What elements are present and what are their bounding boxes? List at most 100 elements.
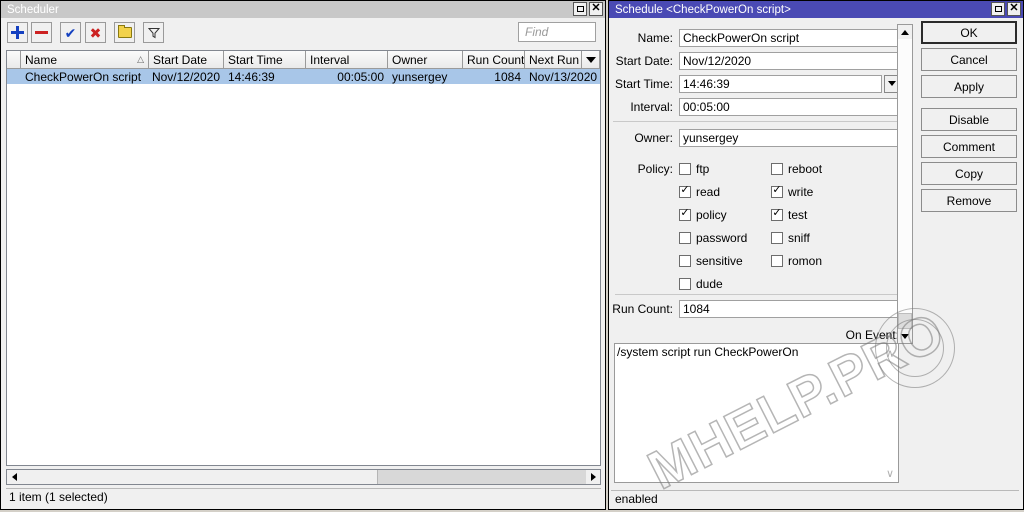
policy-row-5: sensitive romon (611, 249, 899, 272)
arrow-right-icon (590, 473, 596, 481)
dialog-form-runcount: Run Count: 1084 (611, 298, 899, 321)
arrow-left-icon (11, 473, 17, 481)
checkbox-label: romon (788, 253, 823, 268)
close-icon[interactable]: ✕ (1007, 2, 1021, 16)
scheduler-title: Scheduler (7, 3, 59, 16)
close-icon[interactable]: ✕ (589, 2, 603, 16)
search-input[interactable]: Find (518, 22, 596, 42)
checkbox-box (771, 254, 783, 267)
column-header-start-date[interactable]: Start Date (149, 51, 224, 68)
checkbox-write[interactable]: ✓ write (771, 185, 863, 199)
chevron-up-icon[interactable]: ∧ (884, 347, 896, 360)
check-icon: ✓ (680, 184, 690, 196)
interval-field[interactable]: 00:05:00 (679, 97, 899, 116)
maximize-icon[interactable] (991, 2, 1005, 16)
checkbox-box (679, 254, 691, 267)
disable-button[interactable]: ✖ (85, 22, 106, 43)
ok-button[interactable]: OK (921, 21, 1017, 44)
checkbox-box: ✓ (771, 207, 783, 221)
on-event-textarea[interactable]: /system script run CheckPowerOn ∧ ∨ (614, 343, 899, 483)
disable-button[interactable]: Disable (921, 108, 1017, 131)
apply-button[interactable]: Apply (921, 75, 1017, 98)
start-time-field[interactable]: 14:46:39 (679, 74, 882, 93)
checkbox-label: ftp (696, 161, 710, 176)
run-count-field: 1084 (679, 299, 899, 318)
screen: Scheduler ✕ ✔ ✖ Find Name △ Start Date S… (0, 0, 1024, 512)
textarea-scrollbar[interactable]: ∧ ∨ (883, 345, 897, 481)
column-chooser-button[interactable] (582, 51, 600, 68)
checkbox-sniff[interactable]: sniff (771, 231, 863, 245)
column-header-run-count[interactable]: Run Count (463, 51, 525, 68)
field-label: Run Count: (612, 301, 673, 316)
copy-button[interactable]: Copy (921, 162, 1017, 185)
checkbox-dude[interactable]: dude (679, 277, 771, 291)
enable-button[interactable]: ✔ (60, 22, 81, 43)
add-button[interactable] (7, 22, 28, 43)
field-interval-row: Interval: 00:05:00 (611, 96, 899, 117)
checkbox-label: dude (696, 276, 723, 291)
scrollbar-track[interactable] (21, 470, 586, 484)
column-header-next-run[interactable]: Next Run (525, 51, 582, 68)
dialog-vertical-scrollbar[interactable] (897, 24, 913, 344)
checkbox-ftp[interactable]: ftp (679, 162, 771, 176)
checkbox-policy[interactable]: ✓ policy (679, 208, 771, 222)
policy-row-6: dude (611, 272, 899, 295)
checkbox-label: policy (696, 207, 727, 222)
table-row[interactable]: CheckPowerOn script Nov/12/2020 14:46:39… (7, 69, 600, 84)
scheduler-titlebar[interactable]: Scheduler ✕ (1, 1, 605, 18)
checkbox-label: password (696, 230, 748, 245)
scroll-left-button[interactable] (7, 470, 21, 484)
cell-start-time: 14:46:39 (228, 69, 275, 84)
column-header-start-time[interactable]: Start Time (224, 51, 306, 68)
comment-button[interactable] (114, 22, 135, 43)
chevron-down-icon (887, 81, 896, 86)
dialog-body: Name: CheckPowerOn script Start Date: No… (609, 18, 1023, 509)
scrollbar-thumb[interactable] (898, 313, 912, 329)
schedule-dialog: Schedule <CheckPowerOn script> ✕ Name: C… (608, 0, 1024, 510)
name-field[interactable]: CheckPowerOn script (679, 28, 899, 47)
comment-button[interactable]: Comment (921, 135, 1017, 158)
field-start-time-row: Start Time: 14:46:39 (611, 73, 899, 94)
checkbox-sensitive[interactable]: sensitive (679, 254, 771, 268)
column-header-name[interactable]: Name △ (21, 51, 149, 68)
scrollbar-thumb[interactable] (21, 470, 378, 484)
column-label: Name (25, 52, 58, 67)
checkbox-password[interactable]: password (679, 231, 771, 245)
checkbox-romon[interactable]: romon (771, 254, 863, 268)
column-label: Run Count (467, 52, 525, 67)
check-icon: ✓ (772, 207, 782, 219)
start-date-field[interactable]: Nov/12/2020 (679, 51, 899, 70)
policy-row-3: ✓ policy ✓ test (611, 203, 899, 226)
scroll-up-button[interactable] (898, 25, 912, 39)
dialog-button-panel: OK Cancel Apply Disable Comment Copy Rem… (921, 21, 1017, 216)
row-grip (7, 69, 21, 84)
checkbox-label: sniff (788, 230, 810, 245)
scroll-right-button[interactable] (586, 470, 600, 484)
folder-icon (117, 25, 132, 38)
scheduler-window: Scheduler ✕ ✔ ✖ Find Name △ Start Date S… (0, 0, 606, 510)
dialog-titlebar[interactable]: Schedule <CheckPowerOn script> ✕ (609, 1, 1023, 18)
field-label: Start Time: (614, 76, 673, 91)
divider (615, 294, 899, 295)
cancel-button[interactable]: Cancel (921, 48, 1017, 71)
owner-field[interactable]: yunsergey (679, 128, 899, 147)
checkbox-read[interactable]: ✓ read (679, 185, 771, 199)
filter-button[interactable] (143, 22, 164, 43)
checkbox-label: reboot (788, 161, 823, 176)
column-header-owner[interactable]: Owner (388, 51, 463, 68)
checkbox-test[interactable]: ✓ test (771, 208, 863, 222)
remove-button[interactable] (31, 22, 52, 43)
checkbox-reboot[interactable]: reboot (771, 162, 863, 176)
maximize-icon[interactable] (573, 2, 587, 16)
remove-button[interactable]: Remove (921, 189, 1017, 212)
chevron-down-icon[interactable]: ∨ (884, 467, 896, 480)
scroll-down-button[interactable] (898, 329, 912, 343)
horizontal-scrollbar[interactable] (6, 469, 601, 485)
column-header-interval[interactable]: Interval (306, 51, 388, 68)
table-header-row: Name △ Start Date Start Time Interval Ow… (7, 51, 600, 69)
scrollbar-track[interactable] (898, 39, 912, 329)
scheduler-status-bar: 1 item (1 selected) (6, 488, 601, 505)
check-icon: ✔ (64, 24, 77, 41)
divider (613, 121, 897, 122)
header-grip (7, 51, 21, 68)
